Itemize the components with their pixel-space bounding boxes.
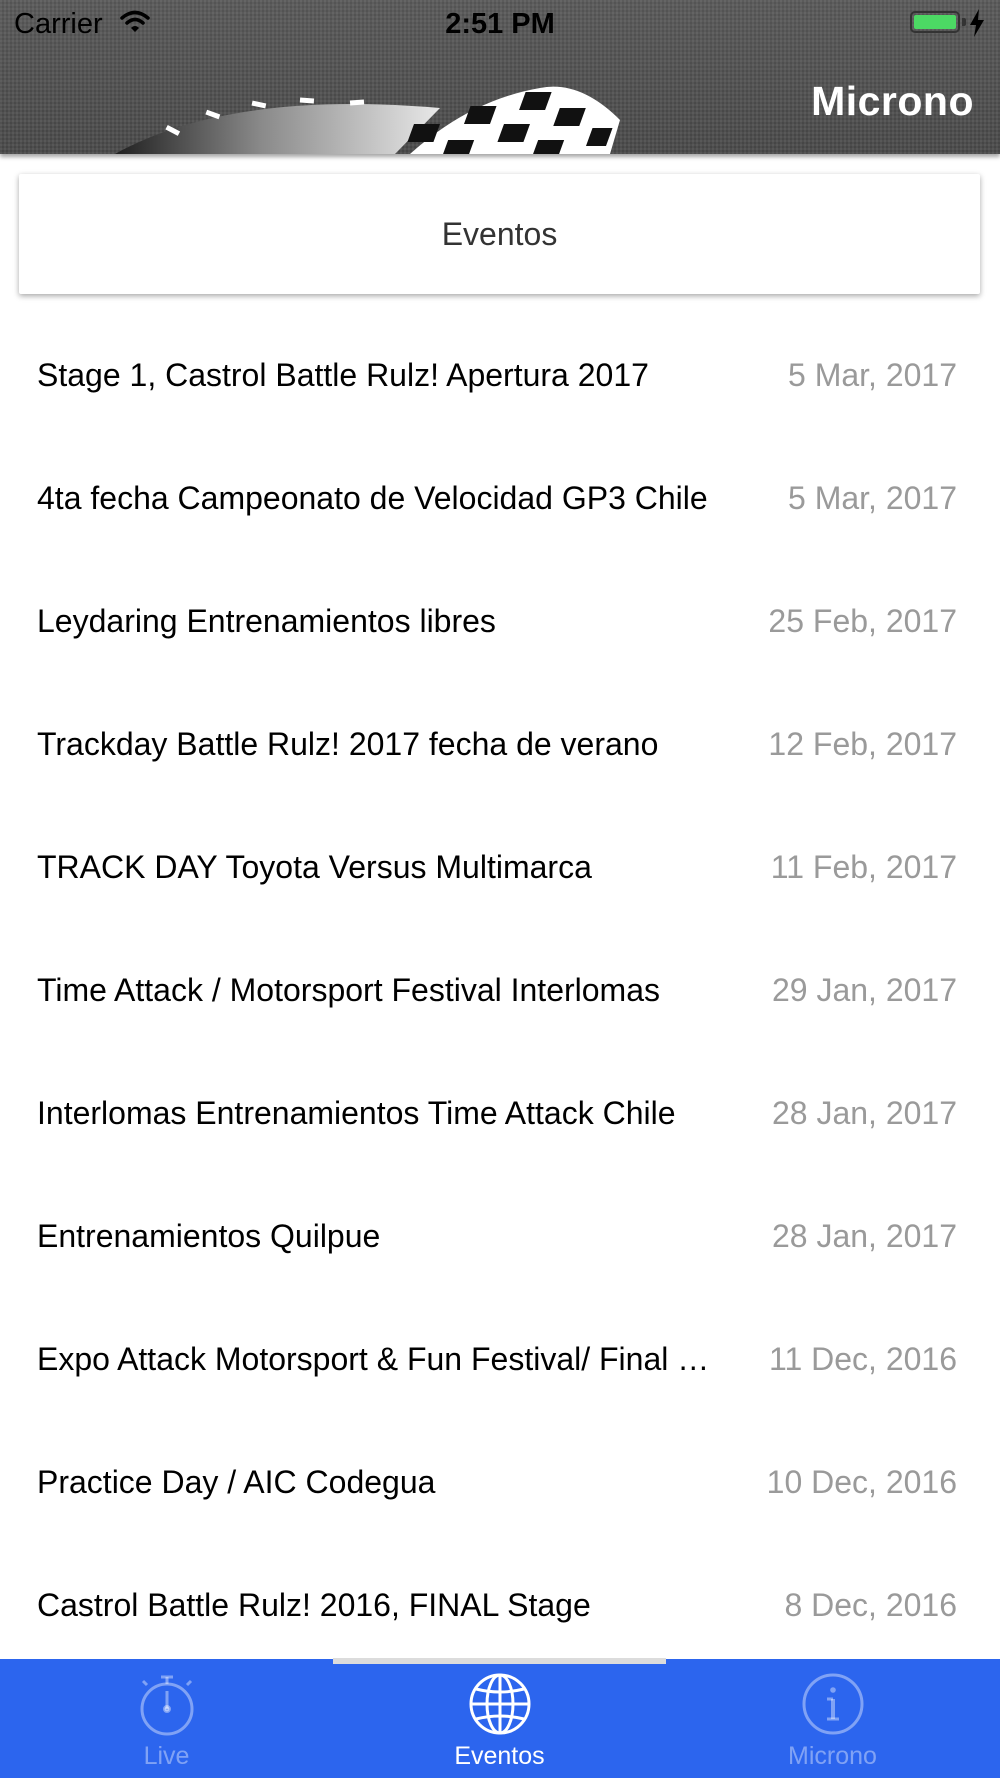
battery-icon (910, 11, 960, 33)
event-name: Entrenamientos Quilpue (37, 1218, 381, 1254)
event-date: 10 Dec, 2016 (766, 1464, 957, 1500)
selected-tab-indicator (333, 1658, 666, 1664)
event-name: Practice Day / AIC Codegua (37, 1464, 436, 1500)
event-date: 28 Jan, 2017 (771, 1095, 957, 1131)
event-name: Stage 1, Castrol Battle Rulz! Apertura 2… (37, 357, 649, 393)
list-item[interactable]: Leydaring Entrenamientos libres 25 Feb, … (0, 559, 1000, 682)
event-name: Interlomas Entrenamientos Time Attack Ch… (37, 1095, 676, 1131)
status-bar: Carrier 2:51 PM (0, 0, 1000, 50)
tab-eventos[interactable]: Eventos (333, 1659, 666, 1778)
tab-label: Live (143, 1742, 190, 1770)
events-list[interactable]: Stage 1, Castrol Battle Rulz! Apertura 2… (0, 313, 1000, 1666)
event-date: 5 Mar, 2017 (788, 480, 957, 516)
tab-microno[interactable]: Microno (666, 1659, 999, 1778)
status-time: 2:51 PM (445, 8, 555, 40)
list-item[interactable]: Time Attack / Motorsport Festival Interl… (0, 928, 1000, 1051)
stopwatch-icon (140, 1675, 193, 1736)
events-segment-button[interactable]: Eventos (19, 174, 980, 294)
list-item[interactable]: Expo Attack Motorsport & Fun Festival/ F… (0, 1297, 1000, 1420)
battery-cap (962, 18, 966, 26)
event-name: Castrol Battle Rulz! 2016, FINAL Stage (37, 1587, 591, 1623)
event-name: Expo Attack Motorsport & Fun Festival/ F… (37, 1341, 710, 1377)
list-item[interactable]: Stage 1, Castrol Battle Rulz! Apertura 2… (0, 313, 1000, 436)
app-title: Microno (811, 78, 974, 124)
app-header: Carrier 2:51 PM Microno (0, 0, 1000, 154)
list-item[interactable]: Castrol Battle Rulz! 2016, FINAL Stage 8… (0, 1543, 1000, 1666)
event-date: 11 Dec, 2016 (769, 1341, 957, 1377)
globe-icon (469, 1673, 530, 1735)
event-date: 29 Jan, 2017 (771, 972, 957, 1008)
charging-bolt-icon (970, 9, 984, 37)
list-item[interactable]: Practice Day / AIC Codegua 10 Dec, 2016 (0, 1420, 1000, 1543)
tab-label: Eventos (454, 1742, 545, 1770)
list-item[interactable]: TRACK DAY Toyota Versus Multimarca 11 Fe… (0, 805, 1000, 928)
logo-image (115, 86, 620, 154)
event-date: 5 Mar, 2017 (788, 357, 957, 393)
tab-bar: Live Eventos Microno (0, 1659, 1000, 1778)
event-name: Time Attack / Motorsport Festival Interl… (37, 972, 660, 1008)
event-name: Leydaring Entrenamientos libres (37, 603, 496, 639)
tab-label: Microno (788, 1742, 877, 1770)
list-item[interactable]: Entrenamientos Quilpue 28 Jan, 2017 (0, 1174, 1000, 1297)
event-name: 4ta fecha Campeonato de Velocidad GP3 Ch… (37, 480, 708, 516)
event-date: 25 Feb, 2017 (768, 603, 957, 639)
event-date: 8 Dec, 2016 (784, 1587, 957, 1623)
event-date: 12 Feb, 2017 (768, 726, 957, 762)
event-date: 11 Feb, 2017 (770, 849, 957, 885)
tab-live[interactable]: Live (0, 1659, 333, 1778)
event-date: 28 Jan, 2017 (771, 1218, 957, 1254)
list-item[interactable]: Trackday Battle Rulz! 2017 fecha de vera… (0, 682, 1000, 805)
list-item[interactable]: Interlomas Entrenamientos Time Attack Ch… (0, 1051, 1000, 1174)
list-item[interactable]: 4ta fecha Campeonato de Velocidad GP3 Ch… (0, 436, 1000, 559)
info-icon (802, 1673, 863, 1735)
event-name: Trackday Battle Rulz! 2017 fecha de vera… (37, 726, 659, 762)
event-name: TRACK DAY Toyota Versus Multimarca (37, 849, 592, 885)
segment-label: Eventos (441, 215, 558, 252)
